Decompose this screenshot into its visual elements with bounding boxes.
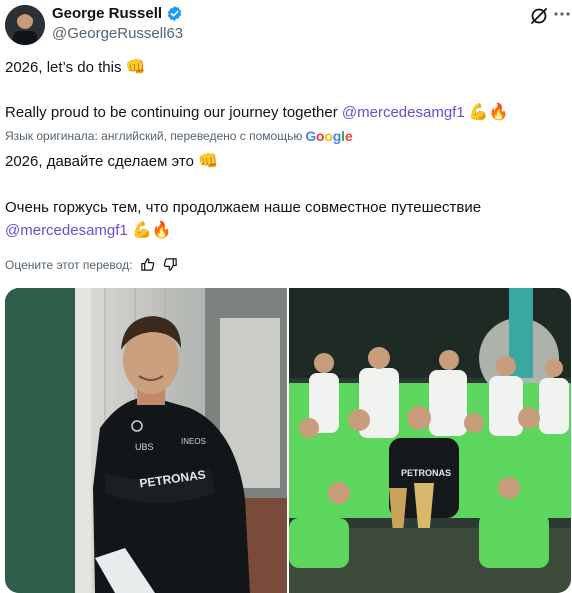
photo-team-celebration[interactable]: PETRONAS xyxy=(289,288,571,593)
ineos-logo-text: INEOS xyxy=(181,437,206,446)
translation-note: Язык оригинала: английский, переведено с… xyxy=(5,128,353,144)
translated-line3: @mercedesamgf1 💪🔥 xyxy=(5,221,172,241)
post-line1: 2026, let’s do this xyxy=(5,59,122,76)
post-text-line2: Really proud to be continuing our journe… xyxy=(5,103,509,123)
media-grid: UBS INEOS PETRONAS PETRONAS xyxy=(5,288,571,593)
translation-note-text: Язык оригинала: английский, переведено с… xyxy=(5,129,303,143)
author-display-name[interactable]: George Russell xyxy=(52,5,162,22)
google-logo[interactable]: Google xyxy=(305,128,352,144)
translated-line2-text: Очень горжусь тем, что продолжаем наше с… xyxy=(5,199,482,216)
translated-line1-text: 2026, давайте сделаем это xyxy=(5,153,194,170)
thumb-up-icon[interactable] xyxy=(140,257,155,272)
rate-translation: Оцените этот перевод: xyxy=(5,257,178,272)
post-header: George Russell @GeorgeRussell63 xyxy=(0,0,572,48)
photo-driver-portrait[interactable]: UBS INEOS PETRONAS xyxy=(5,288,287,593)
muscle-fire-emoji: 💪🔥 xyxy=(468,104,509,121)
grok-icon[interactable] xyxy=(529,6,549,26)
muscle-fire-emoji-translated: 💪🔥 xyxy=(131,222,172,239)
petronas-text-right: PETRONAS xyxy=(401,468,451,478)
fist-emoji-translated: 👊 xyxy=(198,153,219,170)
post-text-line1: 2026, let’s do this 👊 xyxy=(5,58,146,78)
verified-badge-icon[interactable] xyxy=(166,5,183,22)
mention-mercedesamgf1[interactable]: @mercedesamgf1 xyxy=(342,104,465,121)
thumb-down-icon[interactable] xyxy=(163,257,178,272)
mention-mercedesamgf1-translated[interactable]: @mercedesamgf1 xyxy=(5,222,128,239)
author-handle[interactable]: @GeorgeRussell63 xyxy=(52,25,183,42)
rate-translation-label: Оцените этот перевод: xyxy=(5,257,133,272)
avatar[interactable] xyxy=(5,5,45,45)
translated-line1: 2026, давайте сделаем это 👊 xyxy=(5,152,218,172)
ubs-logo-text: UBS xyxy=(135,442,154,452)
more-icon[interactable] xyxy=(552,4,572,24)
fist-emoji: 👊 xyxy=(125,59,146,76)
translated-line2: Очень горжусь тем, что продолжаем наше с… xyxy=(5,198,481,218)
post-line2-prefix: Really proud to be continuing our journe… xyxy=(5,104,342,121)
